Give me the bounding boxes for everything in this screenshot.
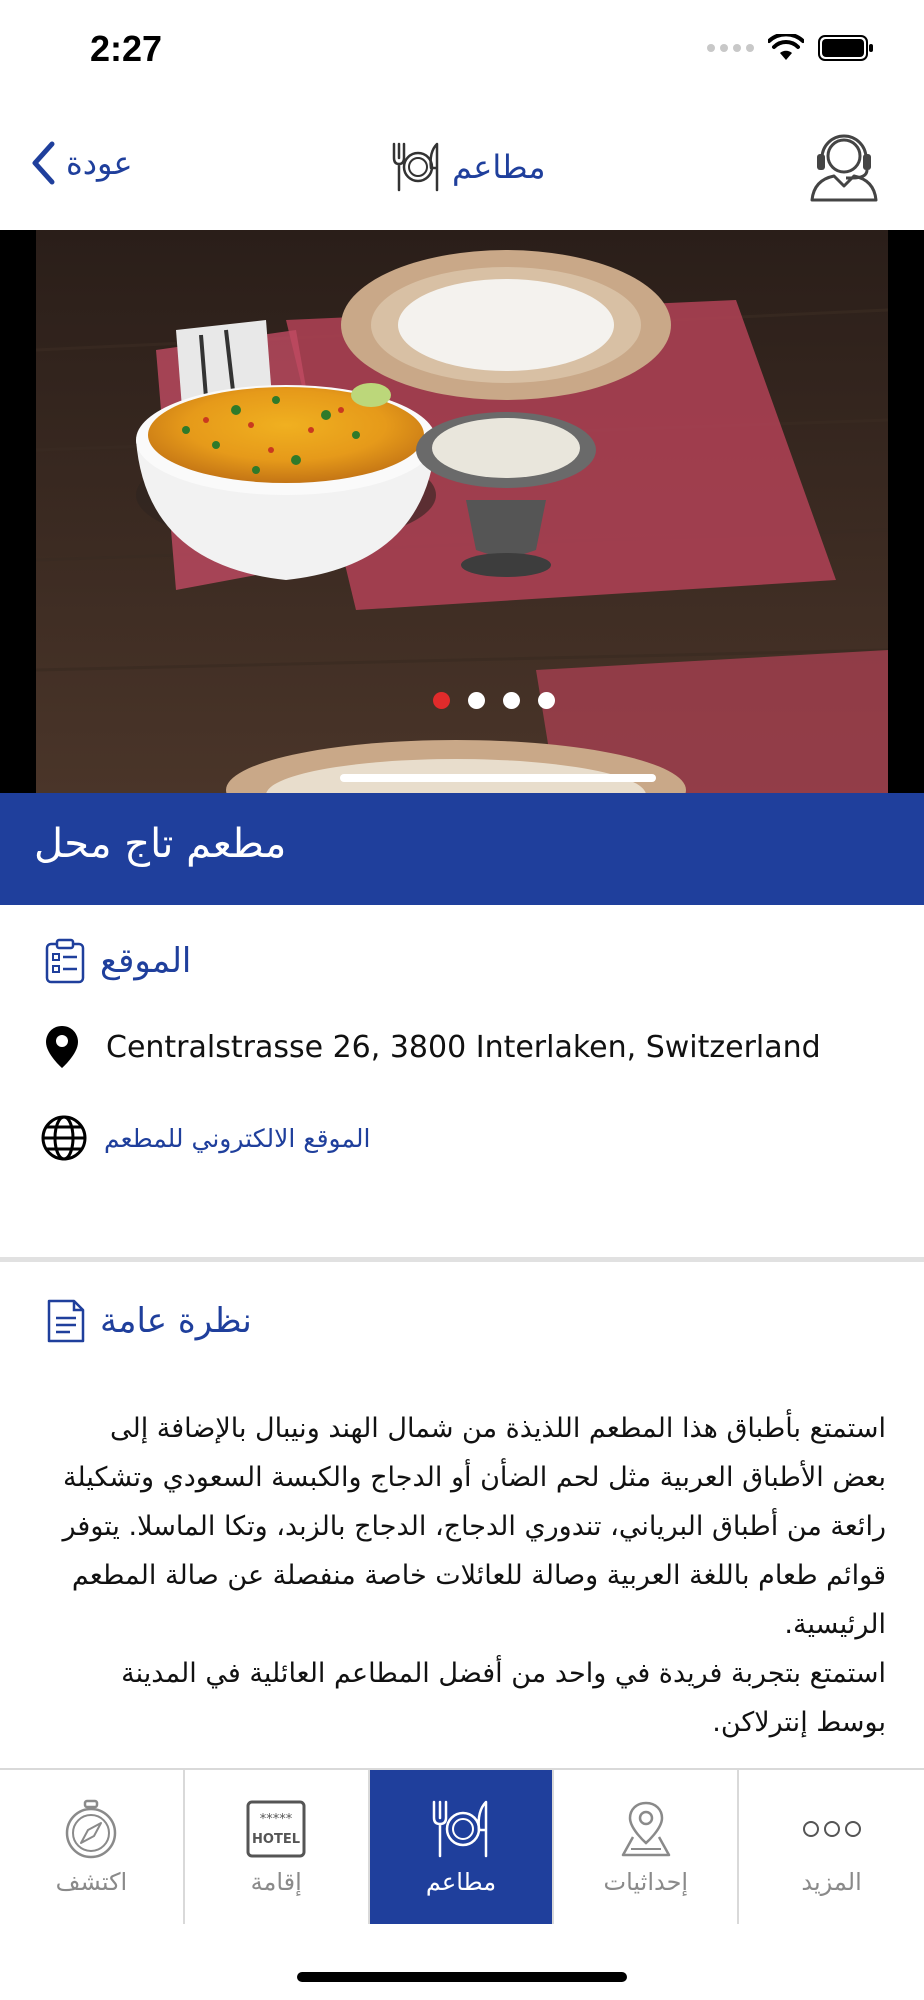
tab-discover[interactable]: اكتشف (0, 1770, 185, 1924)
overview-paragraph-1: استمتع بأطباق هذا المطعم اللذيذة من شمال… (62, 1413, 886, 1640)
carousel-dot-4[interactable] (538, 692, 555, 709)
overview-text: استمتع بأطباق هذا المطعم اللذيذة من شمال… (56, 1404, 886, 1747)
globe-icon (41, 1115, 87, 1161)
tab-coordinates[interactable]: إحداثيات (554, 1770, 740, 1924)
battery-icon (818, 35, 873, 61)
home-indicator (297, 1972, 627, 1982)
chevron-left-icon (32, 141, 55, 185)
status-bar: 2:27 (0, 0, 924, 100)
svg-text:*****: ***** (260, 1812, 293, 1827)
carousel-dot-1[interactable] (433, 692, 450, 709)
tab-label: مطاعم (425, 1868, 497, 1896)
hero-image-carousel[interactable] (0, 230, 924, 793)
section-divider (0, 1257, 924, 1262)
back-button[interactable]: عودة (30, 140, 133, 186)
restaurant-name: مطعم تاج محل (34, 821, 287, 867)
overview-paragraph-2: استمتع بتجربة فريدة في واحد من أفضل المط… (121, 1658, 886, 1738)
svg-text:HOTEL: HOTEL (252, 1832, 300, 1847)
hero-food-photo (36, 230, 888, 793)
nav-title: مطاعم (390, 142, 546, 192)
location-pin-icon (46, 1026, 78, 1068)
customer-support-icon (810, 134, 878, 202)
carousel-pagination (433, 692, 555, 709)
tab-label: إحداثيات (603, 1868, 689, 1896)
support-button[interactable] (808, 126, 880, 202)
address-text: Centralstrasse 26, 3800 Interlaken, Swit… (106, 1029, 821, 1065)
tab-label: إقامة (250, 1868, 302, 1896)
restaurant-title-band: مطعم تاج محل (0, 793, 924, 905)
cellular-signal-icon (707, 44, 754, 52)
wifi-icon (768, 34, 804, 60)
compass-icon (60, 1798, 122, 1860)
page-title: مطاعم (452, 148, 546, 186)
map-pin-icon (615, 1798, 677, 1860)
tab-accommodation[interactable]: ***** HOTEL إقامة (185, 1770, 370, 1924)
website-link[interactable]: الموقع الالكتروني للمطعم (104, 1124, 370, 1153)
bottom-tab-bar: اكتشف ***** HOTEL إقامة مطاعم إحداثيات ا… (0, 1768, 924, 1924)
tab-label: اكتشف (55, 1868, 128, 1896)
overview-title: نظرة عامة (100, 1301, 252, 1341)
document-icon (47, 1299, 85, 1343)
carousel-dot-3[interactable] (503, 692, 520, 709)
more-icon (801, 1798, 863, 1860)
restaurant-icon (392, 142, 439, 192)
location-title: الموقع (100, 941, 192, 981)
tab-more[interactable]: المزيد (739, 1770, 924, 1924)
status-time: 2:27 (90, 28, 163, 69)
carousel-dot-2[interactable] (468, 692, 485, 709)
restaurant-icon (430, 1798, 492, 1860)
tab-label: المزيد (801, 1868, 862, 1896)
overview-section-header: نظرة عامة (46, 1298, 252, 1344)
clipboard-list-icon (45, 938, 85, 984)
website-link-row[interactable]: الموقع الالكتروني للمطعم (40, 1114, 370, 1162)
tab-restaurants[interactable]: مطاعم (369, 1770, 555, 1924)
address-row: Centralstrasse 26, 3800 Interlaken, Swit… (44, 1024, 821, 1070)
location-section-header: الموقع (44, 938, 191, 984)
hotel-icon: ***** HOTEL (245, 1798, 307, 1860)
navigation-bar: عودة مطاعم (0, 100, 924, 230)
carousel-scrollbar (340, 774, 656, 782)
back-label: عودة (66, 144, 133, 182)
status-icons (707, 34, 874, 62)
